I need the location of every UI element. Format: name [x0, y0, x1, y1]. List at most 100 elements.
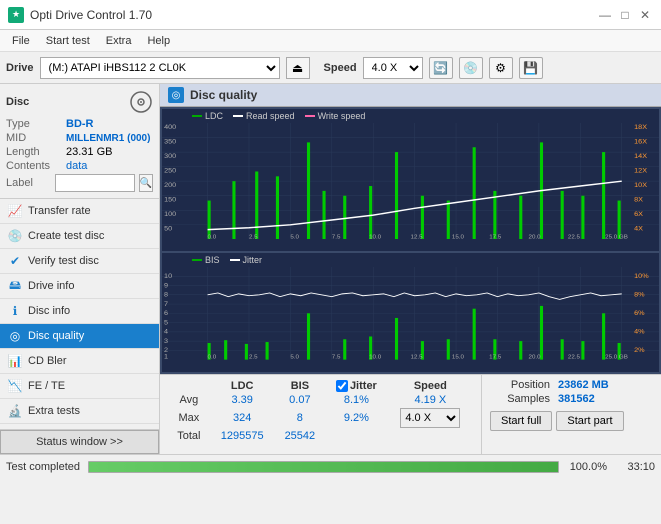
svg-text:150: 150 — [164, 197, 176, 204]
sidebar-item-cd-bler[interactable]: 📊 CD Bler — [0, 349, 159, 374]
disc-type-value: BD-R — [66, 118, 94, 130]
sidebar-item-fe-te-label: FE / TE — [28, 380, 65, 392]
svg-text:6%: 6% — [634, 311, 644, 318]
svg-text:300: 300 — [164, 153, 176, 160]
stats-avg-jitter: 8.1% — [325, 393, 388, 407]
svg-text:10.0: 10.0 — [369, 235, 382, 240]
svg-text:16X: 16X — [634, 139, 647, 146]
speed-select-stats[interactable]: 4.0 X — [400, 408, 460, 428]
refresh-button[interactable]: 🔄 — [429, 57, 453, 79]
svg-text:400: 400 — [164, 124, 176, 131]
disc-label-input[interactable] — [55, 174, 135, 192]
disc-type-row: Type BD-R — [6, 118, 153, 130]
drive-select[interactable]: (M:) ATAPI iHBS112 2 CL0K — [40, 57, 280, 79]
svg-text:7.5: 7.5 — [332, 235, 341, 240]
settings-button[interactable]: ⚙ — [489, 57, 513, 79]
stats-samples-row: Samples 381562 — [490, 393, 653, 405]
stats-max-speed-select[interactable]: 4.0 X — [388, 407, 473, 429]
sidebar-item-verify-test-disc[interactable]: ✔ Verify test disc — [0, 249, 159, 274]
svg-text:22.5: 22.5 — [568, 235, 581, 240]
speed-label: Speed — [324, 62, 357, 74]
disc-quality-title: Disc quality — [190, 88, 257, 102]
create-test-disc-icon: 💿 — [8, 229, 22, 243]
stats-table-area: LDC BIS Jitter Speed — [160, 375, 481, 454]
sidebar-item-extra-tests[interactable]: 🔬 Extra tests — [0, 399, 159, 424]
maximize-button[interactable]: □ — [617, 7, 633, 23]
svg-text:20.0: 20.0 — [529, 235, 542, 240]
svg-text:8X: 8X — [634, 197, 643, 204]
menu-extra[interactable]: Extra — [98, 33, 140, 49]
svg-text:0.0: 0.0 — [208, 355, 217, 360]
sidebar-item-create-test-disc[interactable]: 💿 Create test disc — [0, 224, 159, 249]
stats-max-ldc: 324 — [210, 407, 275, 429]
stats-max-label: Max — [168, 407, 210, 429]
menu-help[interactable]: Help — [139, 33, 178, 49]
verify-test-disc-icon: ✔ — [8, 254, 22, 268]
progress-time: 33:10 — [615, 461, 655, 473]
minimize-button[interactable]: — — [597, 7, 613, 23]
bis-chart-svg: 10 9 8 7 6 5 4 3 2 1 10% 8% 6% 4% 2% — [162, 267, 659, 360]
read-speed-legend: Read speed — [233, 111, 295, 121]
start-part-button[interactable]: Start part — [556, 411, 623, 431]
samples-label: Samples — [490, 393, 550, 405]
stats-max-bis: 8 — [275, 407, 325, 429]
ldc-legend-label: LDC — [205, 111, 223, 121]
jitter-col-label: Jitter — [350, 380, 377, 392]
status-window-button[interactable]: Status window >> — [0, 430, 159, 454]
stats-row-max: Max 324 8 9.2% 4.0 X — [168, 407, 473, 429]
save-button[interactable]: 💾 — [519, 57, 543, 79]
progress-track — [88, 461, 559, 473]
read-speed-legend-label: Read speed — [246, 111, 295, 121]
close-button[interactable]: ✕ — [637, 7, 653, 23]
svg-text:2.5: 2.5 — [249, 355, 258, 360]
disc-mid-value: MILLENMR1 (000) — [66, 133, 150, 144]
drive-info-icon: 🖴 — [8, 279, 22, 293]
svg-text:6X: 6X — [634, 211, 643, 218]
stats-avg-speed: 4.19 X — [388, 393, 473, 407]
menu-start-test[interactable]: Start test — [38, 33, 98, 49]
start-full-button[interactable]: Start full — [490, 411, 552, 431]
speed-select[interactable]: 4.0 X — [363, 57, 423, 79]
disc-quality-header-icon: ◎ — [168, 87, 184, 103]
titlebar-left: ★ Opti Drive Control 1.70 — [8, 7, 152, 23]
sidebar-item-transfer-rate[interactable]: 📈 Transfer rate — [0, 199, 159, 224]
menu-file[interactable]: File — [4, 33, 38, 49]
svg-text:4: 4 — [164, 329, 168, 336]
svg-text:5.0: 5.0 — [290, 235, 299, 240]
svg-text:25.0 GB: 25.0 GB — [605, 355, 628, 360]
bis-chart: BIS Jitter — [162, 253, 659, 372]
fe-te-icon: 📉 — [8, 379, 22, 393]
titlebar-controls: — □ ✕ — [597, 7, 653, 23]
svg-text:2.5: 2.5 — [249, 235, 258, 240]
extra-tests-icon: 🔬 — [8, 404, 22, 418]
disc-type-label: Type — [6, 118, 66, 130]
svg-text:22.5: 22.5 — [568, 355, 581, 360]
progress-status: Test completed — [6, 461, 80, 473]
sidebar-item-disc-quality[interactable]: ◎ Disc quality — [0, 324, 159, 349]
sidebar-item-drive-info[interactable]: 🖴 Drive info — [0, 274, 159, 299]
disc-label-search-button[interactable]: 🔍 — [139, 174, 153, 192]
svg-text:350: 350 — [164, 139, 176, 146]
sidebar-item-verify-test-disc-label: Verify test disc — [28, 255, 99, 267]
read-speed-legend-dot — [233, 115, 243, 117]
svg-text:12.5: 12.5 — [411, 355, 424, 360]
disc-icon — [129, 90, 153, 114]
svg-text:10X: 10X — [634, 182, 647, 189]
stats-position-row: Position 23862 MB — [490, 379, 653, 391]
disc-length-value: 23.31 GB — [66, 146, 112, 158]
sidebar-item-fe-te[interactable]: 📉 FE / TE — [0, 374, 159, 399]
disc-button[interactable]: 💿 — [459, 57, 483, 79]
sidebar-item-create-test-disc-label: Create test disc — [28, 230, 104, 242]
stats-total-speed — [388, 429, 473, 443]
eject-button[interactable]: ⏏ — [286, 57, 310, 79]
jitter-checkbox[interactable] — [336, 380, 348, 392]
sidebar-item-disc-info[interactable]: ℹ Disc info — [0, 299, 159, 324]
stats-col-ldc: LDC — [210, 379, 275, 393]
stats-total-jitter — [325, 429, 388, 443]
stats-max-jitter: 9.2% — [325, 407, 388, 429]
drive-label: Drive — [6, 62, 34, 74]
bis-legend-label: BIS — [205, 255, 220, 265]
bis-legend-dot — [192, 259, 202, 261]
svg-text:0.0: 0.0 — [208, 235, 217, 240]
svg-text:10: 10 — [164, 274, 172, 281]
